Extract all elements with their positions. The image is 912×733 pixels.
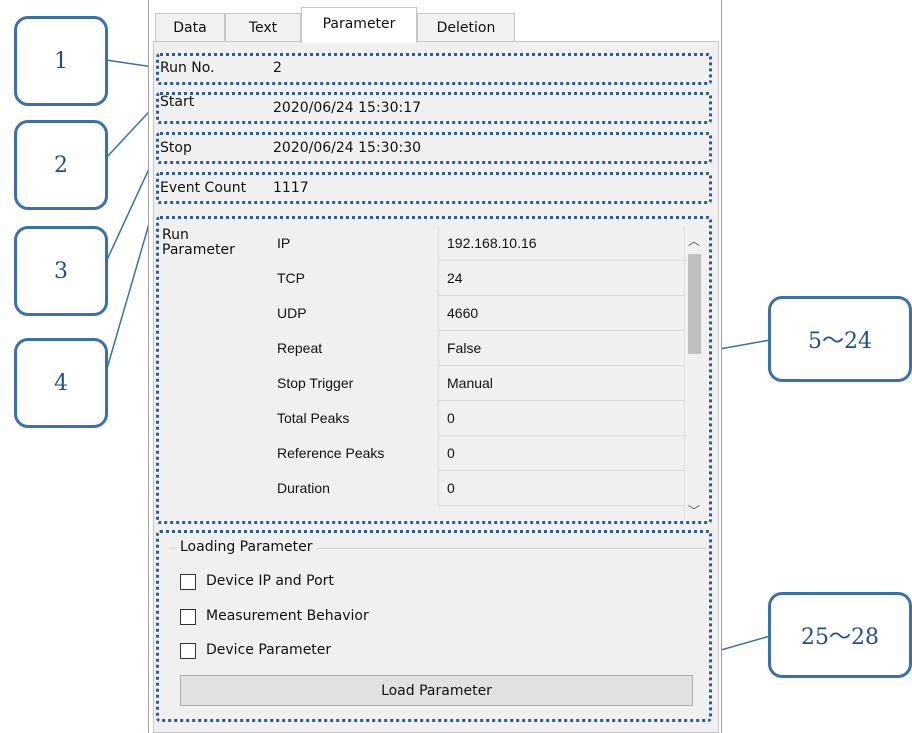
grid-row: Duration 0 <box>252 471 684 506</box>
grid-row: Reference Peaks 0 <box>252 436 684 471</box>
stop-value: 2020/06/24 15:30:30 <box>273 140 422 156</box>
grid-value: 4660 <box>438 296 684 331</box>
grid-key: Reference Peaks <box>277 445 385 461</box>
start-value: 2020/06/24 15:30:17 <box>273 100 422 116</box>
event-count-label: Event Count <box>160 180 247 196</box>
tab-deletion[interactable]: Deletion <box>417 13 515 42</box>
grid-value: 24 <box>438 261 684 296</box>
callout-4: 4 <box>14 338 108 428</box>
start-label: Start <box>160 94 195 110</box>
grid-key: Total Peaks <box>277 410 350 426</box>
event-count-value: 1117 <box>273 180 309 196</box>
grid-value: 192.168.10.16 <box>438 226 684 261</box>
run-no-value: 2 <box>273 60 282 76</box>
grid-key: Repeat <box>277 340 323 356</box>
stop-label: Stop <box>160 140 192 156</box>
grid-row: Stop Trigger Manual <box>252 366 684 401</box>
device-parameter-checkbox[interactable] <box>180 643 196 659</box>
device-parameter-label[interactable]: Device Parameter <box>206 642 331 658</box>
grid-key: IP <box>277 235 291 251</box>
tab-text[interactable]: Text <box>225 13 301 42</box>
grid-row: UDP 4660 <box>252 296 684 331</box>
callout-3: 3 <box>14 226 108 316</box>
grid-row: Repeat False <box>252 331 684 366</box>
grid-key: Stop Trigger <box>277 375 354 391</box>
callout-1: 1 <box>14 16 108 106</box>
run-no-row <box>156 53 712 85</box>
run-parameter-label: Run Parameter <box>162 227 235 258</box>
tab-data[interactable]: Data <box>155 13 225 42</box>
grid-value: False <box>438 331 684 366</box>
callout-5-24: 5～24 <box>768 296 912 382</box>
grid-value: Manual <box>438 366 684 401</box>
tab-parameter[interactable]: Parameter <box>301 7 417 43</box>
tab-strip: Data Text Parameter Deletion <box>149 0 721 43</box>
grid-row: TCP 24 <box>252 261 684 296</box>
grid-scrollbar[interactable]: ︿ ﹀ <box>684 226 703 520</box>
grid-key: Duration <box>277 480 330 496</box>
grid-key: TCP <box>277 270 305 286</box>
measurement-behavior-label[interactable]: Measurement Behavior <box>206 608 369 624</box>
callout-2: 2 <box>14 120 108 210</box>
stop-row <box>156 132 712 164</box>
scrollbar-thumb[interactable] <box>688 254 701 354</box>
chevron-up-icon[interactable]: ︿ <box>687 232 701 249</box>
device-ip-port-label[interactable]: Device IP and Port <box>206 573 334 589</box>
load-parameter-button[interactable]: Load Parameter <box>180 675 693 706</box>
chevron-down-icon[interactable]: ﹀ <box>687 502 701 519</box>
grid-row: IP 192.168.10.16 <box>252 226 684 261</box>
device-ip-port-checkbox[interactable] <box>180 574 196 590</box>
grid-value: 0 <box>438 471 684 506</box>
start-row <box>156 92 712 124</box>
callout-25-28: 25～28 <box>768 592 912 678</box>
run-no-label: Run No. <box>160 60 215 76</box>
measurement-behavior-checkbox[interactable] <box>180 609 196 625</box>
run-parameter-grid[interactable]: IP 192.168.10.16 TCP 24 UDP 4660 Repeat … <box>252 226 684 514</box>
loading-parameter-title: Loading Parameter <box>176 539 317 555</box>
grid-value: 0 <box>438 401 684 436</box>
grid-key: UDP <box>277 305 307 321</box>
grid-value: 0 <box>438 436 684 471</box>
grid-row: Total Peaks 0 <box>252 401 684 436</box>
